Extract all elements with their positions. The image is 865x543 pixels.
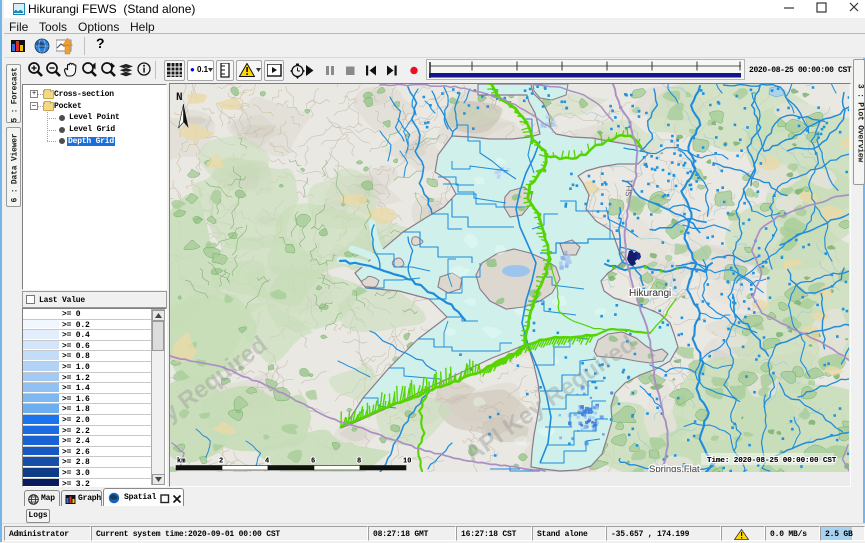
svg-text:6: 6	[311, 458, 315, 466]
svg-text:N: N	[176, 92, 183, 104]
svg-text:8: 8	[357, 458, 361, 466]
svg-text:km: km	[177, 458, 185, 466]
svg-text:SH 1: SH 1	[624, 178, 635, 197]
svg-text:10: 10	[403, 458, 411, 466]
svg-text:Hikurangi: Hikurangi	[629, 288, 671, 299]
svg-text:Time: 2020-08-25 00:00:00 CST: Time: 2020-08-25 00:00:00 CST	[707, 457, 837, 465]
svg-text:2: 2	[219, 458, 223, 466]
svg-text:Springs Flat: Springs Flat	[649, 464, 700, 472]
svg-text:4: 4	[265, 458, 269, 466]
